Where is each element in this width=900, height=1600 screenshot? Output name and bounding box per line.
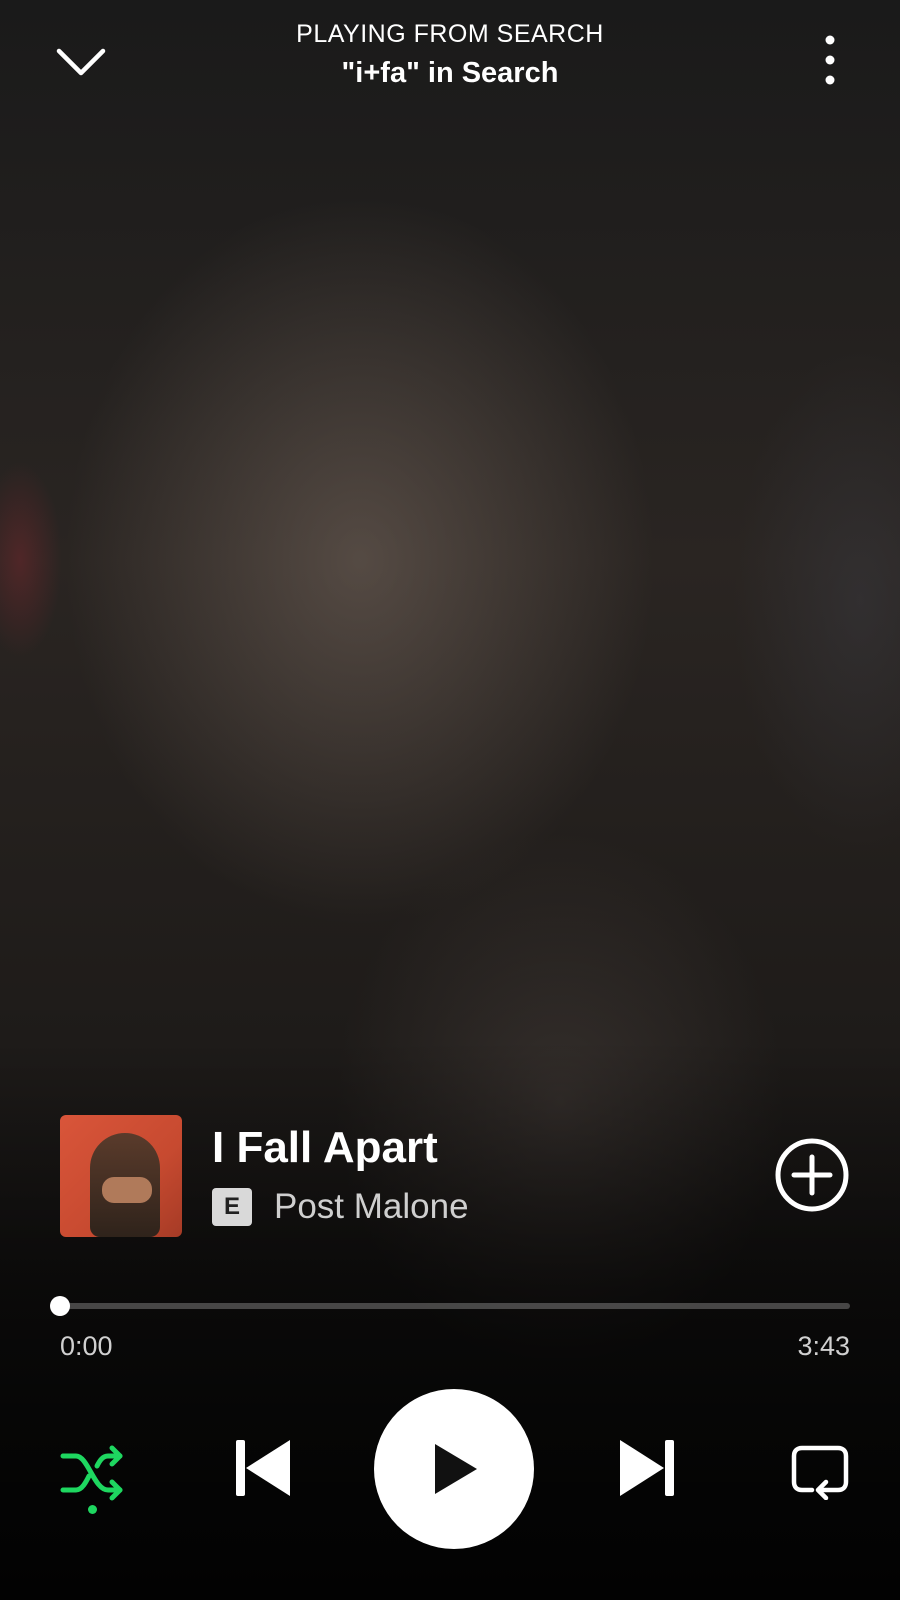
track-info: I Fall Apart E Post Malone: [60, 1115, 850, 1237]
context-title[interactable]: "i+fa" in Search: [150, 57, 750, 90]
chevron-down-icon: [56, 48, 106, 76]
album-cover[interactable]: [60, 1115, 182, 1237]
elapsed-time: 0:00: [60, 1331, 113, 1361]
playing-context: PLAYING FROM SEARCH "i+fa" in Search: [150, 20, 750, 90]
total-time: 3:43: [797, 1331, 850, 1361]
track-title[interactable]: I Fall Apart: [212, 1123, 438, 1173]
progress-track[interactable]: [60, 1303, 850, 1309]
repeat-icon: [791, 1445, 849, 1501]
cover-hands: [102, 1177, 152, 1203]
shuffle-active-indicator: [88, 1505, 97, 1514]
context-label: PLAYING FROM SEARCH: [296, 20, 604, 48]
collapse-button[interactable]: [50, 36, 112, 86]
more-options-button[interactable]: [810, 30, 850, 90]
play-button[interactable]: [374, 1389, 534, 1549]
skip-previous-icon: [236, 1440, 290, 1496]
next-button[interactable]: [616, 1437, 678, 1499]
plus-circle-icon: [775, 1138, 849, 1212]
shuffle-button[interactable]: [58, 1438, 128, 1508]
progress-handle[interactable]: [50, 1296, 70, 1316]
skip-next-icon: [620, 1440, 674, 1496]
repeat-button[interactable]: [790, 1440, 850, 1501]
previous-button[interactable]: [232, 1437, 294, 1499]
artist-row: E Post Malone: [212, 1187, 469, 1227]
shuffle-icon: [60, 1445, 123, 1501]
player-header: PLAYING FROM SEARCH "i+fa" in Search: [0, 0, 900, 110]
add-to-library-button[interactable]: [774, 1137, 850, 1213]
more-vertical-icon: [825, 35, 835, 85]
play-icon: [435, 1444, 477, 1494]
artist-name[interactable]: Post Malone: [274, 1187, 469, 1227]
playback-controls: [0, 1385, 900, 1550]
explicit-badge: E: [212, 1188, 252, 1226]
